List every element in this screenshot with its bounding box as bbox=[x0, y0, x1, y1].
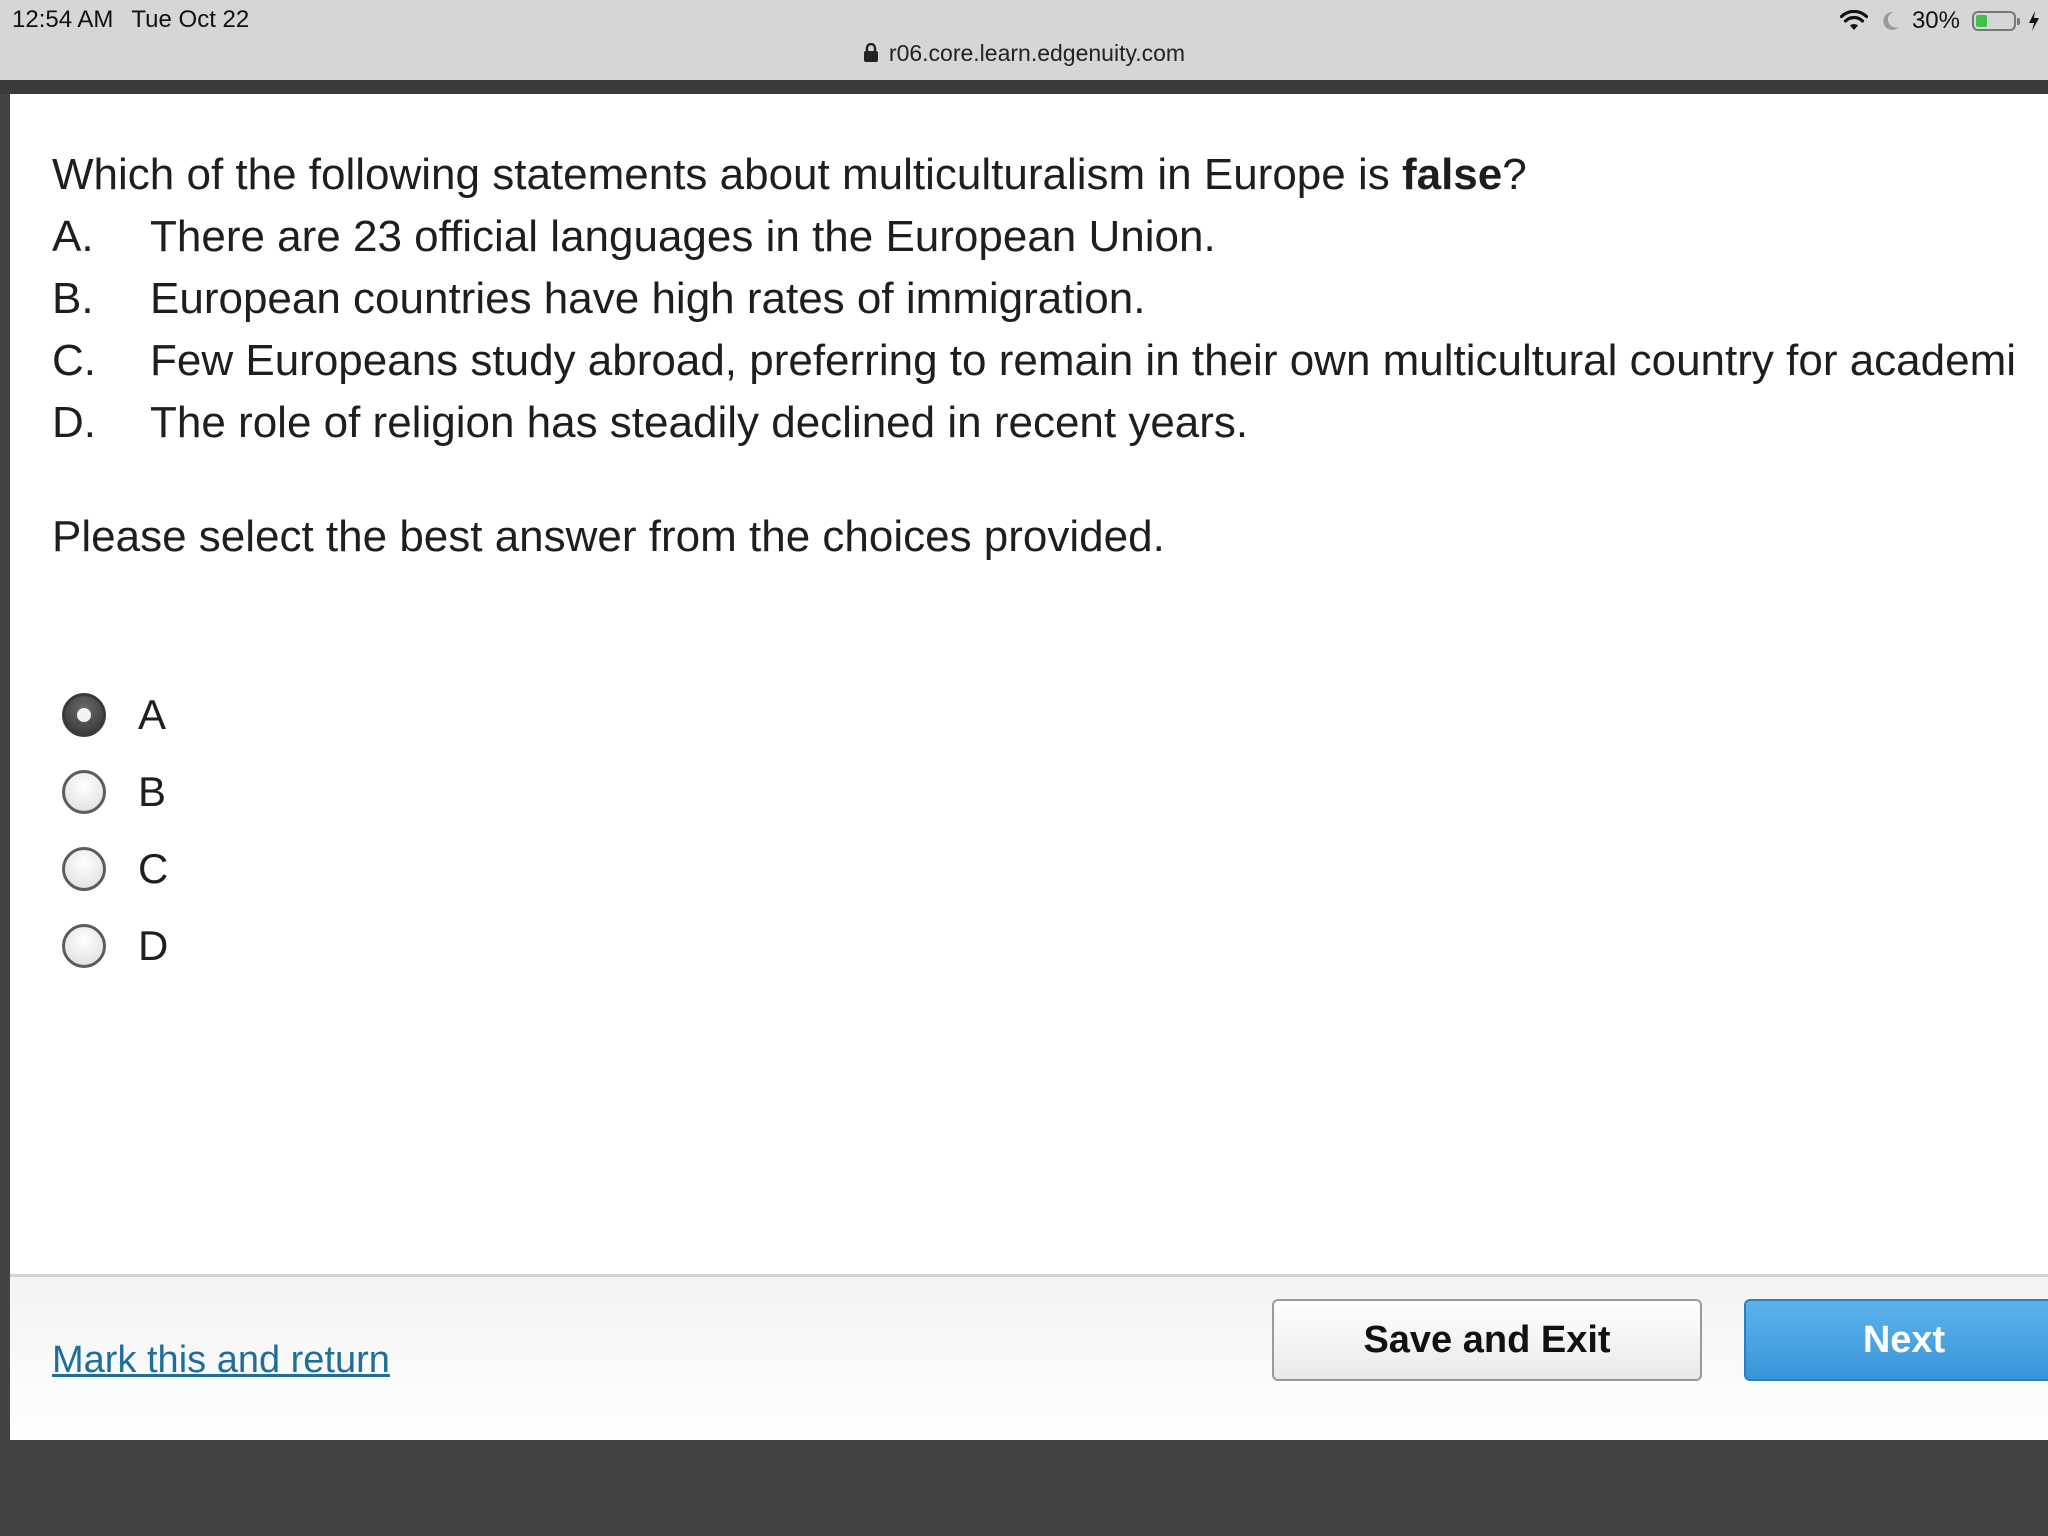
question-mark: ? bbox=[1502, 150, 1527, 199]
battery-percent: 30% bbox=[1911, 7, 1960, 34]
answer-option-a[interactable]: A bbox=[62, 676, 168, 753]
battery-fill bbox=[1976, 15, 1987, 27]
choice-statement-b: B. European countries have high rates of … bbox=[52, 268, 2048, 330]
radio-button-a[interactable] bbox=[62, 692, 106, 737]
browser-tab-strip bbox=[0, 80, 2048, 94]
wifi-icon bbox=[1839, 10, 1868, 30]
choice-letter: D. bbox=[52, 398, 96, 447]
answer-label-b[interactable]: B bbox=[138, 768, 166, 816]
lock-icon bbox=[863, 42, 878, 62]
answer-option-b[interactable]: B bbox=[62, 753, 168, 830]
address-bar[interactable]: r06.core.learn.edgenuity.com bbox=[0, 40, 2048, 67]
browser-top-bar: 12:54 AM Tue Oct 22 30% r06.core.learn.ed… bbox=[0, 0, 2048, 80]
question-prompt: Which of the following statements about … bbox=[52, 144, 2048, 206]
next-button[interactable]: Next bbox=[1744, 1299, 2048, 1381]
question-footer: Mark this and return Save and Exit Next bbox=[10, 1274, 2048, 1440]
choice-text: Few Europeans study abroad, preferring t… bbox=[150, 336, 2017, 385]
choice-letter: B. bbox=[52, 274, 94, 323]
question-panel: Which of the following statements about … bbox=[10, 94, 2048, 1440]
choice-list: A. There are 23 official languages in the… bbox=[52, 206, 2048, 454]
choice-letter: A. bbox=[52, 212, 94, 261]
status-bar-right: 30% bbox=[1839, 4, 2040, 38]
answer-instruction: Please select the best answer from the c… bbox=[52, 512, 1165, 561]
choice-letter: C. bbox=[52, 336, 96, 385]
moon-icon bbox=[1883, 11, 1899, 30]
answer-label-d[interactable]: D bbox=[138, 922, 168, 970]
radio-button-b[interactable] bbox=[62, 769, 106, 814]
answer-option-d[interactable]: D bbox=[62, 907, 168, 984]
battery-icon bbox=[1972, 11, 2020, 31]
question-emphasis: false bbox=[1401, 150, 1503, 199]
choice-text: European countries have high rates of im… bbox=[150, 274, 1146, 323]
choice-statement-a: A. There are 23 official languages in the… bbox=[52, 206, 2048, 268]
choice-text: There are 23 official languages in the E… bbox=[150, 212, 1216, 261]
status-time: 12:54 AM bbox=[12, 6, 114, 33]
status-date: Tue Oct 22 bbox=[131, 6, 250, 33]
url-text: r06.core.learn.edgenuity.com bbox=[888, 40, 1186, 66]
answer-label-c[interactable]: C bbox=[138, 845, 168, 893]
radio-button-d[interactable] bbox=[62, 923, 106, 968]
status-bar-left: 12:54 AM Tue Oct 22 bbox=[12, 6, 249, 34]
save-and-exit-button[interactable]: Save and Exit bbox=[1272, 1299, 1702, 1381]
radio-button-c[interactable] bbox=[62, 846, 106, 891]
choice-statement-c: C. Few Europeans study abroad, preferring… bbox=[52, 330, 2048, 392]
question-text: Which of the following statements about … bbox=[52, 150, 1402, 199]
answer-option-c[interactable]: C bbox=[62, 830, 168, 907]
answer-label-a[interactable]: A bbox=[138, 691, 166, 739]
charging-icon bbox=[2029, 11, 2039, 31]
mark-and-return-link[interactable]: Mark this and return bbox=[52, 1339, 390, 1382]
choice-statement-d: D. The role of religion has steadily decl… bbox=[52, 392, 2048, 454]
answer-radio-group: A B C D bbox=[62, 676, 168, 984]
choice-text: The role of religion has steadily declin… bbox=[150, 398, 1249, 447]
